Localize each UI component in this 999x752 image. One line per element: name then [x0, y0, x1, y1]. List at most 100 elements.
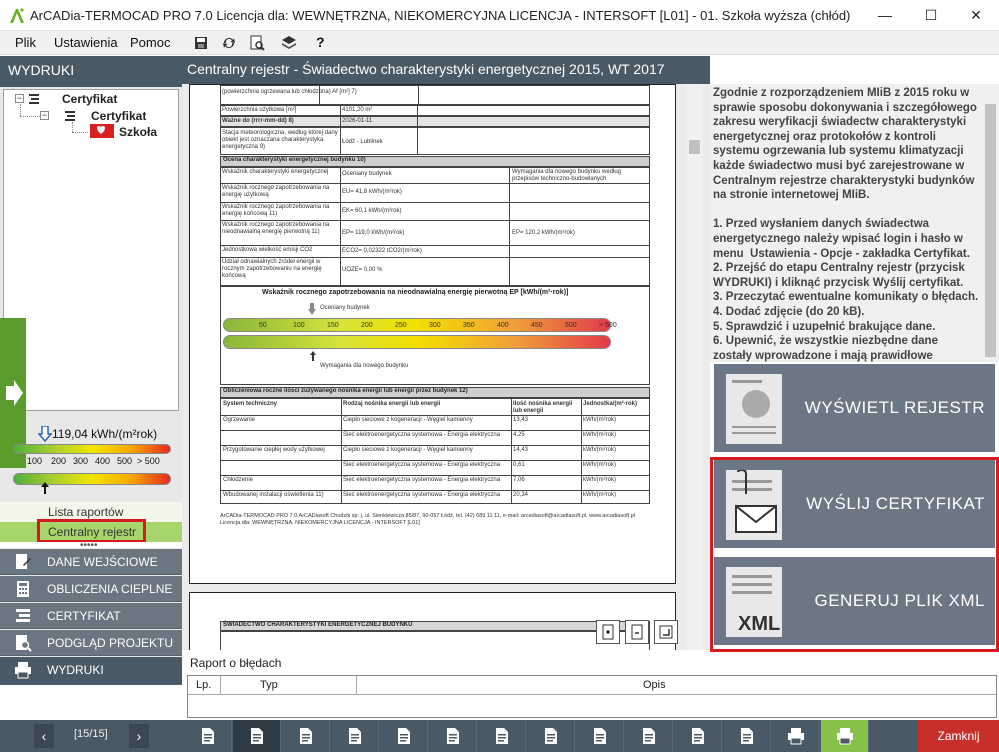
- toolbar-button-11[interactable]: [674, 720, 722, 752]
- refresh-icon[interactable]: [220, 34, 238, 52]
- close-app-button[interactable]: Zamknij: [918, 720, 999, 752]
- doc-energy-cell: kWh/(m²rok): [583, 492, 616, 498]
- help-icon[interactable]: ?: [316, 34, 325, 50]
- show-register-button[interactable]: WYŚWIETL REJESTR: [714, 364, 995, 452]
- page-remove-icon: [631, 624, 643, 640]
- doc-section-ocena: Ocena charakterystyki energetycznej budy…: [220, 156, 650, 167]
- doc-footer-2: Licencja dla: WEWNĘTRZNA, NIEKOMERCYJNA …: [220, 520, 420, 526]
- doc-energy-cell: kWh/(m²rok): [583, 477, 616, 483]
- report-icon: [29, 94, 39, 104]
- doc-w5: Udział odnawialnych źródeł energii w roc…: [222, 259, 322, 279]
- doc-energy-cell: Wbudowanej instalacji oświetlenia 11): [223, 492, 324, 498]
- scale-marker-down-icon: [308, 303, 316, 315]
- add-page-button[interactable]: [596, 620, 620, 644]
- instructions-scrollbar[interactable]: [982, 84, 999, 362]
- report-list-icon: [300, 728, 312, 744]
- doc-energy-cell: Ciepło sieciowe z kogeneracji - Węgiel k…: [343, 447, 473, 453]
- doc-w4: Jednostkowa wielkość emisji CO2: [222, 247, 313, 253]
- layers-icon[interactable]: [280, 34, 298, 52]
- tree-collapse-child[interactable]: −: [40, 111, 49, 120]
- fit-page-button[interactable]: [654, 620, 678, 644]
- doc-energy-cell: Sieć elektroenergetyczna systemowa - Ene…: [343, 462, 501, 468]
- nav-label: OBLICZENIA CIEPLNE: [47, 582, 173, 596]
- document-scrollbar[interactable]: [686, 84, 703, 650]
- minimize-button[interactable]: —: [862, 0, 908, 31]
- doc-row-valid-value: 2026-01-11: [342, 118, 373, 124]
- pager-label: [15/15]: [74, 728, 108, 740]
- doc-energy-table: System techniczny Rodzaj nośnika energii …: [220, 398, 650, 504]
- pager-prev-button[interactable]: ‹: [34, 724, 54, 748]
- tree-collapse-root[interactable]: −: [15, 94, 24, 103]
- toolbar-button-8[interactable]: [527, 720, 575, 752]
- menu-bar: Plik Ustawienia Pomoc ?: [0, 31, 999, 55]
- toolbar-button-10[interactable]: [625, 720, 673, 752]
- requirement-gauge-bar: [13, 473, 171, 485]
- left-panel: WYDRUKI − Certyfikat − Certyfikat Szkoła…: [0, 56, 182, 720]
- save-icon[interactable]: [192, 34, 210, 52]
- doc-w2: Wskaźnik rocznego zapotrzebowania na ene…: [222, 204, 330, 217]
- toolbar-button-12[interactable]: [723, 720, 771, 752]
- doc-page2-header: ŚWIADECTWO CHARAKTERYSTYKI ENERGETYCZNEJ…: [220, 621, 650, 631]
- nav-podglad-projektu[interactable]: PODGLĄD PROJEKTU: [0, 630, 182, 656]
- doc-energy-cell: 0,61: [513, 462, 525, 468]
- remove-page-button[interactable]: [625, 620, 649, 644]
- tree-node-szkola[interactable]: Szkoła: [119, 125, 157, 139]
- left-panel-header: WYDRUKI: [0, 56, 182, 87]
- nav-dane-wejsciowe[interactable]: DANE WEJŚCIOWE: [0, 549, 182, 575]
- doc-scale-tick: 200: [361, 322, 373, 329]
- close-window-button[interactable]: ✕: [953, 0, 999, 31]
- menu-pomoc[interactable]: Pomoc: [130, 35, 170, 50]
- left-panel-empty: [0, 685, 182, 720]
- error-col-typ[interactable]: Typ: [260, 679, 278, 691]
- window-title: ArCADia-TERMOCAD PRO 7.0 Licencja dla: W…: [30, 8, 851, 23]
- maximize-button[interactable]: ☐: [908, 0, 954, 31]
- instructions-scrollbar-thumb[interactable]: [985, 104, 996, 357]
- toolbar-button-13[interactable]: [772, 720, 820, 752]
- menu-ustawienia[interactable]: Ustawienia: [54, 35, 118, 50]
- nav-obliczenia-cieplne[interactable]: OBLICZENIA CIEPLNE: [0, 576, 182, 602]
- toolbar-button-1[interactable]: [184, 720, 232, 752]
- doc-scale-tick: 250: [395, 322, 407, 329]
- gauge-ticks: 100 200 300 400 500 > 500: [13, 456, 173, 472]
- doc-energy-header: System techniczny: [223, 401, 278, 407]
- tree-node-certyfikat-root[interactable]: Certyfikat: [62, 92, 117, 106]
- preview-icon[interactable]: [248, 34, 266, 52]
- doc-energy-cell: Ciepło sieciowe z kogeneracji - Węgiel k…: [343, 417, 473, 423]
- right-panel-top: [710, 56, 999, 84]
- menu-plik[interactable]: Plik: [15, 35, 36, 50]
- toolbar-button-14[interactable]: [821, 720, 869, 752]
- gauge-tick: 200: [51, 456, 67, 466]
- document-preview[interactable]: (powierzchnia ogrzewana lub chłodzona) A…: [182, 84, 710, 650]
- error-col-lp[interactable]: Lp.: [196, 679, 211, 691]
- doc-scale-title: Wskaźnik rocznego zapotrzebowania na nie…: [262, 289, 569, 296]
- document-magnify-icon: [741, 728, 753, 744]
- printer-green-icon: [837, 728, 853, 745]
- toolbar-button-6[interactable]: [429, 720, 477, 752]
- doc-w3-required: EP= 120,2 kWh/(m²rok): [512, 230, 575, 236]
- document-scrollbar-thumb[interactable]: [689, 140, 700, 154]
- toolbar-button-5[interactable]: [380, 720, 428, 752]
- doc-scale-tick: 450: [531, 322, 543, 329]
- doc-scale-bar-2: [223, 335, 611, 349]
- gauge-tick: > 500: [137, 456, 160, 466]
- certificate-report-icon: [90, 124, 114, 138]
- tree-node-certyfikat-child[interactable]: Certyfikat: [91, 109, 146, 123]
- error-col-opis[interactable]: Opis: [643, 679, 666, 691]
- doc-energy-header: Jednostka/(m²·rok): [583, 401, 638, 407]
- toolbar-button-2[interactable]: [233, 720, 281, 752]
- toolbar-button-9[interactable]: [576, 720, 624, 752]
- error-report-table[interactable]: Lp. Typ Opis: [187, 675, 997, 718]
- app-logo-icon: [10, 8, 24, 23]
- doc-row-valid: Ważne do (rrrr-mm-dd) 8): [222, 118, 294, 124]
- toolbar-button-3[interactable]: [282, 720, 330, 752]
- nav-wydruki[interactable]: WYDRUKI: [0, 657, 182, 685]
- toolbar-button-7[interactable]: [478, 720, 526, 752]
- nav-certyfikat[interactable]: CERTYFIKAT: [0, 603, 182, 629]
- doc-energy-cell: Sieć elektroenergetyczna systemowa - Ene…: [343, 432, 501, 438]
- toolbar-button-4[interactable]: [331, 720, 379, 752]
- pager-next-button[interactable]: ›: [129, 724, 149, 748]
- gauge-tick: 500: [117, 456, 133, 466]
- energy-gauge-bar: [13, 444, 171, 454]
- gauge-tick: 100: [27, 456, 43, 466]
- doc-energy-cell: Chłodzenie: [223, 477, 254, 483]
